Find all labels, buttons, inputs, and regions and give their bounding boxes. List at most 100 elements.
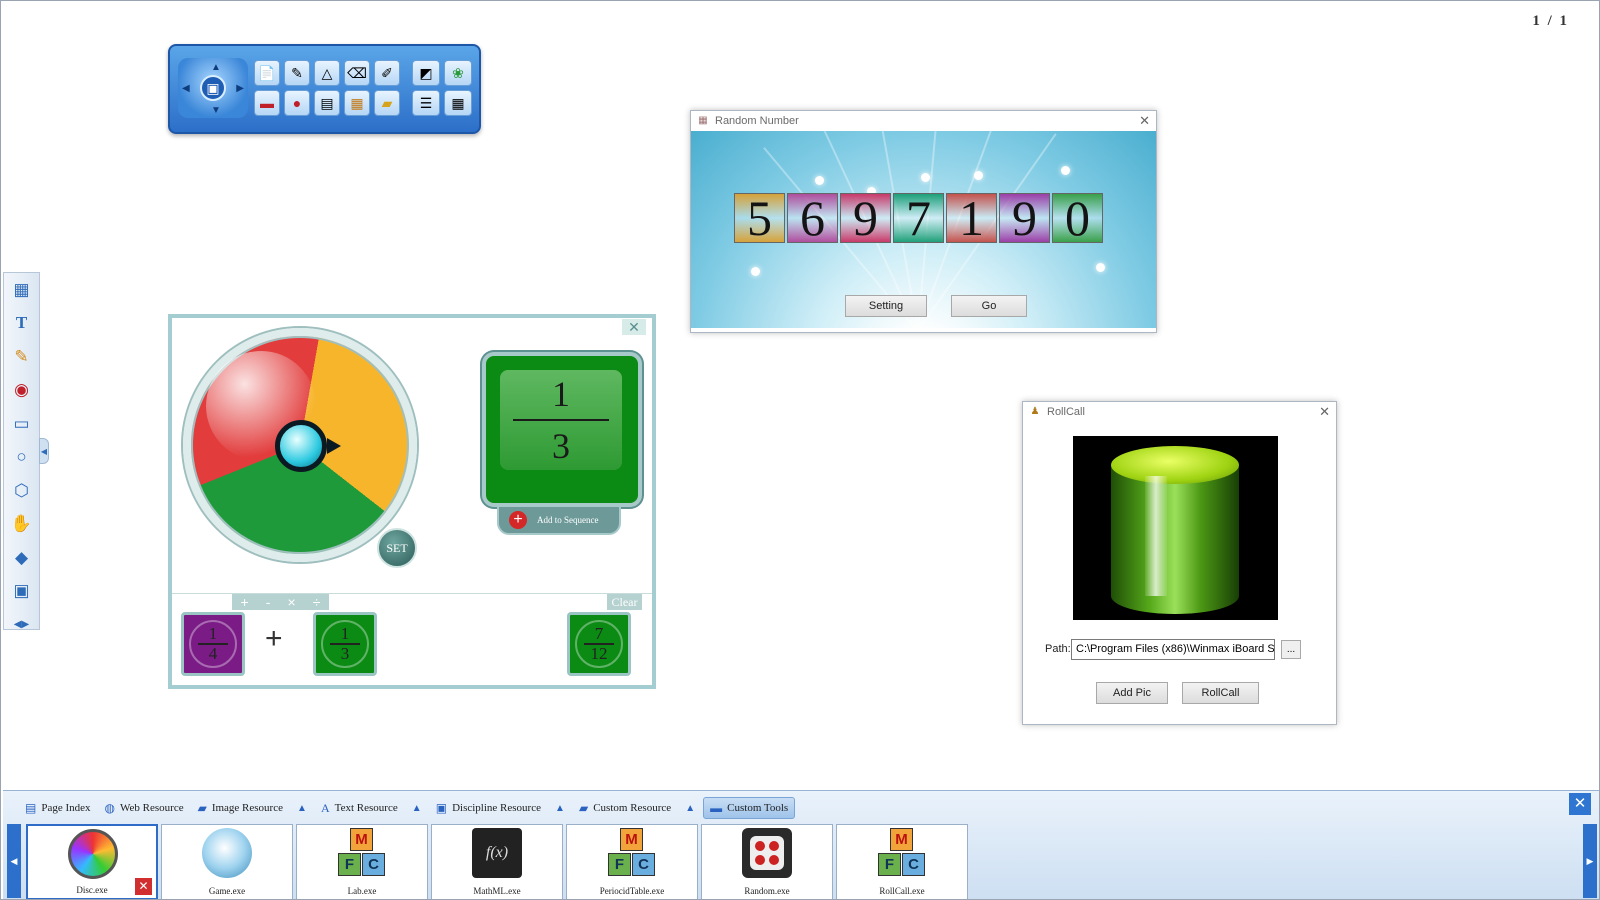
move-left-icon[interactable]: ◀ xyxy=(182,83,190,94)
video-icon[interactable]: ▬ xyxy=(254,90,280,116)
navigation-pad[interactable]: ▲ ▼ ◀ ▶ ▣ xyxy=(178,58,248,118)
close-panel-icon[interactable]: ✕ xyxy=(1569,793,1591,815)
setting-button[interactable]: Setting xyxy=(845,295,927,317)
record-icon[interactable]: ● xyxy=(284,90,310,116)
rectangle-icon[interactable]: ▭ xyxy=(4,407,39,441)
sequence-card-1[interactable]: 1 4 xyxy=(181,612,245,676)
circle-icon[interactable]: ○ xyxy=(4,441,39,475)
path-field[interactable]: C:\Program Files (x86)\Winmax iBoard Stu… xyxy=(1071,639,1275,660)
multiply-operator-button[interactable]: × xyxy=(288,594,296,610)
tab-discipline-resource[interactable]: ▣ Discipline Resource xyxy=(430,797,547,819)
tab-label: Text Resource xyxy=(334,802,398,814)
rollcall-button[interactable]: RollCall xyxy=(1182,682,1259,704)
floating-toolbar[interactable]: ▲ ▼ ◀ ▶ ▣ 📄 ✎ △ ⌫ ✐ ▬ ● ▤ ▦ ▰ ◩ ❀ ☰ ▦ xyxy=(168,44,481,134)
sequence-card-2[interactable]: 1 3 xyxy=(313,612,377,676)
operator-buttons: + - × ÷ xyxy=(232,594,329,610)
tab-label: Image Resource xyxy=(211,802,283,814)
tool-rollcall[interactable]: M F C RollCall.exe xyxy=(836,824,968,899)
toolbox-icon[interactable]: ▦ xyxy=(344,90,370,116)
expand-up-icon[interactable]: ▲ xyxy=(549,797,571,819)
color-spinner[interactable] xyxy=(183,328,417,562)
delete-icon[interactable]: ✕ xyxy=(135,878,152,895)
add-pic-button[interactable]: Add Pic xyxy=(1096,682,1168,704)
tab-custom-resource[interactable]: ▰ Custom Resource xyxy=(573,797,677,819)
result-card[interactable]: 7 12 xyxy=(567,612,631,676)
screen-mode-icon[interactable]: ▣ xyxy=(200,75,226,101)
eraser-icon[interactable]: ⌫ xyxy=(344,60,370,86)
tab-page-index[interactable]: ▤ Page Index xyxy=(19,797,97,819)
line-width-icon[interactable]: ☰ xyxy=(412,90,440,116)
grid-icon[interactable]: ▦ xyxy=(444,90,472,116)
tool-periocidtable[interactable]: M F C PeriocidTable.exe xyxy=(566,824,698,899)
globe-icon: ◍ xyxy=(104,800,116,815)
tool-disc[interactable]: Disc.exe ✕ xyxy=(26,824,158,899)
pen-icon[interactable]: ✎ xyxy=(284,60,310,86)
tab-label: Page Index xyxy=(41,802,91,814)
tab-text-resource[interactable]: A Text Resource xyxy=(315,797,404,819)
pen-icon[interactable]: ✎ xyxy=(4,340,39,374)
screen-icon[interactable]: ▣ xyxy=(4,575,39,609)
tool-lab[interactable]: M F C Lab.exe xyxy=(296,824,428,899)
sequence-denominator-1: 4 xyxy=(208,643,218,663)
move-down-icon[interactable]: ▼ xyxy=(211,105,221,116)
expand-up-icon[interactable]: ▲ xyxy=(679,797,701,819)
scroll-right-icon[interactable]: ▶ xyxy=(1583,824,1597,898)
disc-icon xyxy=(68,829,118,879)
go-button[interactable]: Go xyxy=(951,295,1027,317)
tab-web-resource[interactable]: ◍ Web Resource xyxy=(99,797,190,819)
move-right-icon[interactable]: ▶ xyxy=(236,83,244,94)
folder-icon[interactable]: ▰ xyxy=(374,90,400,116)
expand-up-icon[interactable]: ▲ xyxy=(291,797,313,819)
resource-tabs: ▤ Page Index ◍ Web Resource ▰ Image Resourc… xyxy=(19,797,796,819)
collapse-tab-icon[interactable]: ◀ xyxy=(39,438,49,464)
close-icon[interactable]: ✕ xyxy=(1139,113,1150,129)
page-counter: 1 / 1 xyxy=(1532,13,1569,29)
select-icon[interactable]: ▦ xyxy=(4,273,39,307)
add-to-sequence-button[interactable]: + Add to Sequence xyxy=(497,505,621,535)
clear-button[interactable]: Clear xyxy=(607,594,642,610)
new-page-icon[interactable]: 📄 xyxy=(254,60,280,86)
dialog-titlebar[interactable]: ♟ RollCall xyxy=(1023,402,1336,422)
result-denominator: 12 xyxy=(590,643,608,663)
digit-tile: 9 xyxy=(840,190,891,246)
eraser-icon[interactable]: ◆ xyxy=(4,541,39,575)
shape-icon[interactable]: △ xyxy=(314,60,340,86)
subtract-operator-button[interactable]: - xyxy=(266,594,271,610)
scroll-left-icon[interactable]: ◀ xyxy=(7,824,21,898)
highlighter-icon[interactable]: ✐ xyxy=(374,60,400,86)
sequence-denominator-2: 3 xyxy=(340,643,350,663)
browse-button[interactable]: ... xyxy=(1281,640,1301,659)
divide-operator-button[interactable]: ÷ xyxy=(313,594,321,610)
hexagon-icon[interactable]: ⬡ xyxy=(4,474,39,508)
close-icon[interactable]: ✕ xyxy=(1319,404,1330,420)
sequence-operator: + xyxy=(265,622,283,655)
record-icon[interactable]: ◉ xyxy=(4,374,39,408)
spinner-hub[interactable] xyxy=(275,420,327,472)
expand-up-icon[interactable]: ▲ xyxy=(406,797,428,819)
tool-game[interactable]: Game.exe xyxy=(161,824,293,899)
text-icon[interactable]: T xyxy=(4,307,39,341)
add-operator-button[interactable]: + xyxy=(241,594,249,610)
text-icon: A xyxy=(320,800,330,815)
whiteboard-canvas[interactable]: 1 / 1 ▲ ▼ ◀ ▶ ▣ 📄 ✎ △ ⌫ ✐ ▬ ● ▤ ▦ ▰ ◩ ❀ … xyxy=(0,0,1600,900)
move-up-icon[interactable]: ▲ xyxy=(211,62,221,73)
tool-random[interactable]: Random.exe xyxy=(701,824,833,899)
tab-image-resource[interactable]: ▰ Image Resource xyxy=(192,797,289,819)
set-button[interactable]: SET xyxy=(377,528,417,568)
tool-mathml[interactable]: f(x) MathML.exe xyxy=(431,824,563,899)
hand-icon[interactable]: ✋ xyxy=(4,508,39,542)
document-icon[interactable]: ▤ xyxy=(314,90,340,116)
digit-tile: 5 xyxy=(734,190,785,246)
color-picker-icon[interactable]: ◩ xyxy=(412,60,440,86)
digit-tile: 9 xyxy=(999,190,1050,246)
function-icon: f(x) xyxy=(472,828,522,878)
digit-tile: 6 xyxy=(787,190,838,246)
result-numerator: 7 xyxy=(594,624,604,644)
tab-custom-tools[interactable]: ▬ Custom Tools xyxy=(703,797,796,819)
close-icon[interactable]: ✕ xyxy=(622,319,646,335)
fraction-numerator: 1 xyxy=(552,374,570,414)
dialog-titlebar[interactable]: ▦ Random Number xyxy=(691,111,1156,131)
expand-arrows-icon[interactable]: ◀▶ xyxy=(4,608,39,642)
palette-icon[interactable]: ❀ xyxy=(444,60,472,86)
tab-label: Custom Tools xyxy=(727,802,789,814)
